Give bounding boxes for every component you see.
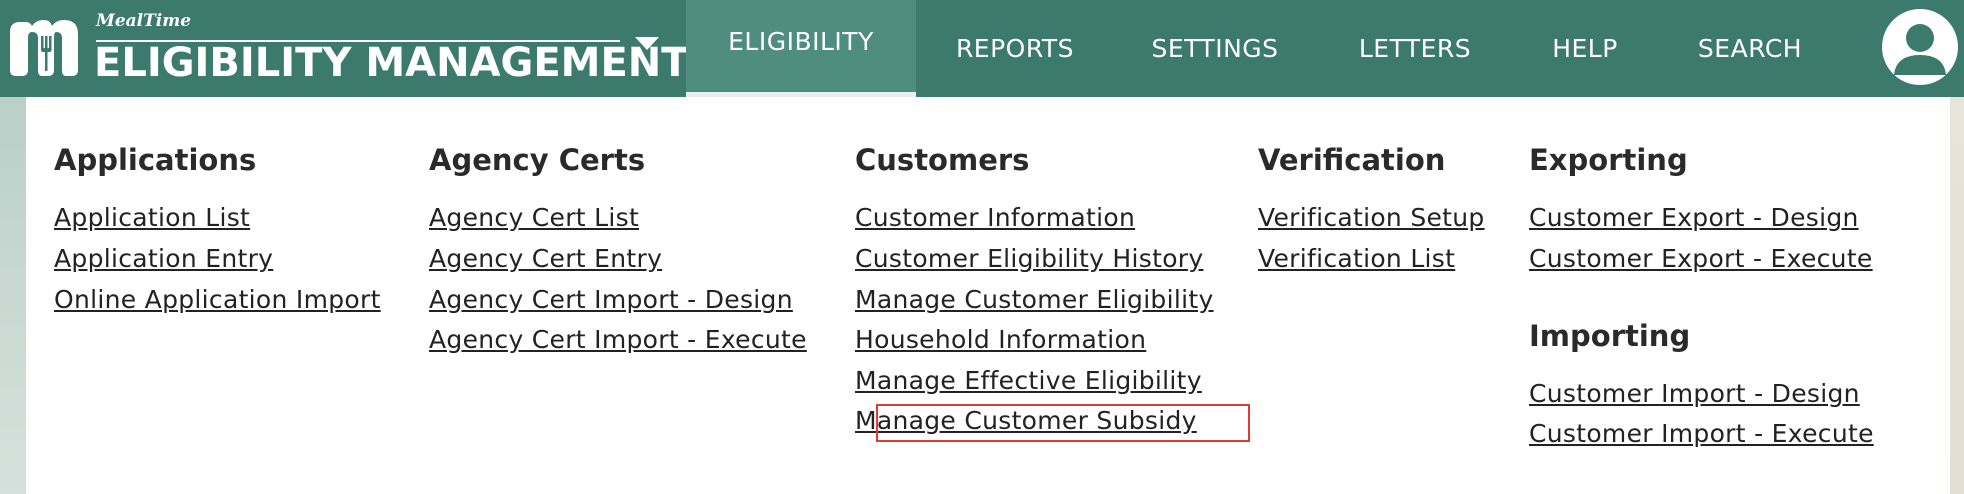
menu-link-household-information[interactable]: Household Information: [855, 325, 1146, 354]
nav-reports[interactable]: REPORTS: [930, 0, 1100, 97]
menu-link-agency-cert-list[interactable]: Agency Cert List: [429, 203, 639, 232]
menu-heading-customers: Customers: [855, 143, 1030, 177]
menu-link-customer-eligibility-history[interactable]: Customer Eligibility History: [855, 244, 1203, 273]
nav-help[interactable]: HELP: [1530, 0, 1640, 97]
nav-letters[interactable]: LETTERS: [1340, 0, 1490, 97]
brand-logo-area[interactable]: MealTime ELIGIBILITY MANAGEMENT: [0, 0, 689, 97]
user-silhouette-icon: [1894, 24, 1946, 75]
menu-link-agency-cert-import-design[interactable]: Agency Cert Import - Design: [429, 285, 793, 314]
menu-link-application-entry[interactable]: Application Entry: [54, 244, 273, 273]
mealtime-logo-icon: [10, 20, 78, 76]
chevron-down-icon[interactable]: [635, 37, 659, 50]
brand-small-name: MealTime: [96, 11, 192, 31]
menu-link-customer-import-execute[interactable]: Customer Import - Execute: [1529, 419, 1874, 448]
top-navigation-bar: MealTime ELIGIBILITY MANAGEMENT ELIGIBIL…: [0, 0, 1964, 97]
background-right-strip: [1950, 97, 1964, 494]
brand-title: ELIGIBILITY MANAGEMENT: [94, 40, 689, 86]
menu-link-manage-effective-eligibility[interactable]: Manage Effective Eligibility: [855, 366, 1202, 395]
menu-link-verification-setup[interactable]: Verification Setup: [1258, 203, 1485, 232]
menu-link-application-list[interactable]: Application List: [54, 203, 250, 232]
eligibility-mega-menu: Applications Application List Applicatio…: [26, 97, 1950, 494]
menu-link-manage-customer-eligibility[interactable]: Manage Customer Eligibility: [855, 285, 1214, 314]
highlight-box: [876, 404, 1250, 442]
menu-link-agency-cert-import-execute[interactable]: Agency Cert Import - Execute: [429, 325, 807, 354]
menu-link-customer-export-design[interactable]: Customer Export - Design: [1529, 203, 1859, 232]
menu-heading-exporting: Exporting: [1529, 143, 1688, 177]
nav-settings[interactable]: SETTINGS: [1130, 0, 1300, 97]
menu-heading-agency-certs: Agency Certs: [429, 143, 646, 177]
menu-heading-importing: Importing: [1529, 319, 1691, 353]
menu-heading-verification: Verification: [1258, 143, 1446, 177]
menu-link-agency-cert-entry[interactable]: Agency Cert Entry: [429, 244, 662, 273]
nav-search[interactable]: SEARCH: [1680, 0, 1820, 97]
menu-link-customer-export-execute[interactable]: Customer Export - Execute: [1529, 244, 1873, 273]
nav-eligibility[interactable]: ELIGIBILITY: [686, 0, 916, 97]
background-left-strip: [0, 97, 26, 494]
menu-link-customer-information[interactable]: Customer Information: [855, 203, 1135, 232]
user-avatar-icon[interactable]: [1882, 9, 1958, 85]
menu-link-customer-import-design[interactable]: Customer Import - Design: [1529, 379, 1860, 408]
menu-heading-applications: Applications: [54, 143, 257, 177]
menu-link-online-application-import[interactable]: Online Application Import: [54, 285, 381, 314]
menu-link-verification-list[interactable]: Verification List: [1258, 244, 1455, 273]
